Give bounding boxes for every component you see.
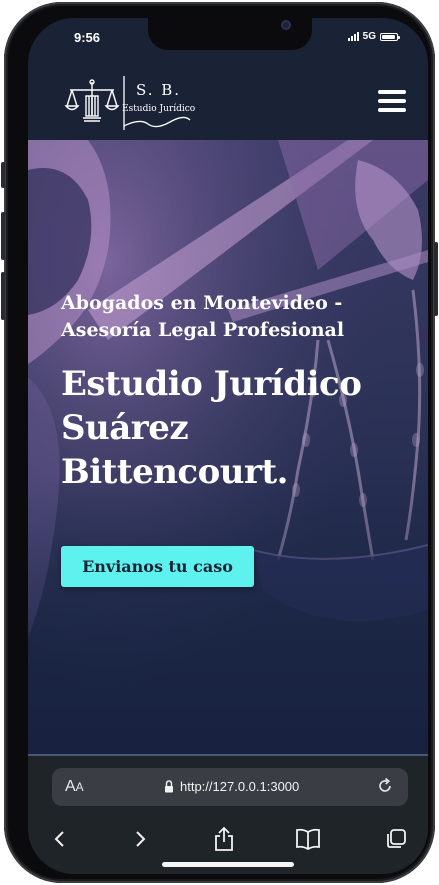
menu-line: [378, 108, 406, 112]
network-label: 5G: [362, 31, 376, 42]
tabs-icon[interactable]: [381, 824, 411, 854]
front-camera: [281, 20, 291, 30]
status-bar: 9:56 5G: [28, 18, 428, 62]
status-indicators: 5G: [347, 31, 400, 42]
browser-toolbar: AA http://127.0.0.1:3000: [28, 756, 428, 874]
mute-switch: [1, 162, 5, 188]
notch: [148, 18, 312, 50]
battery-level: [382, 34, 395, 39]
volume-down-button: [1, 272, 5, 320]
menu-line: [378, 90, 406, 94]
site-logo[interactable]: S. B. Estudio Jurídico: [64, 76, 200, 130]
battery-icon: [380, 32, 400, 41]
scales-of-justice-icon: [64, 79, 120, 122]
signal-bars-icon: [347, 32, 359, 41]
power-button: [434, 242, 438, 316]
reload-icon[interactable]: [375, 776, 395, 796]
menu-line: [378, 99, 406, 103]
hero-title: Estudio Jurídico Suárez Bittencourt.: [61, 364, 362, 492]
back-icon[interactable]: [45, 824, 75, 854]
text-size-button[interactable]: AA: [65, 778, 84, 796]
logo-subtitle: Estudio Jurídico: [122, 104, 196, 114]
share-icon[interactable]: [209, 824, 239, 854]
phone-screen: 9:56 5G S. B. Estudio Jurídico Abogados …: [28, 18, 428, 874]
text-size-large-glyph: A: [65, 778, 76, 795]
hamburger-menu-icon[interactable]: [378, 90, 406, 112]
status-time: 9:56: [74, 30, 101, 45]
home-indicator: [162, 862, 294, 867]
address-bar[interactable]: AA http://127.0.0.1:3000: [52, 768, 408, 806]
phone-frame: 9:56 5G S. B. Estudio Jurídico Abogados …: [1, 2, 438, 883]
forward-icon[interactable]: [125, 824, 155, 854]
lock-icon: [165, 780, 173, 793]
text-size-small-glyph: A: [75, 780, 84, 794]
hero-subtitle: Abogados en Montevideo - Asesoría Legal …: [61, 292, 345, 341]
bookmarks-icon[interactable]: [293, 824, 323, 854]
browser-bottom-bar: [28, 820, 428, 860]
hero-section: Abogados en Montevideo - Asesoría Legal …: [28, 140, 428, 756]
volume-up-button: [1, 212, 5, 260]
url-text: http://127.0.0.1:3000: [180, 779, 300, 794]
logo-initials: S. B.: [136, 81, 182, 99]
send-case-button[interactable]: Envianos tu caso: [61, 546, 254, 587]
url-display[interactable]: http://127.0.0.1:3000: [164, 779, 299, 794]
site-header: S. B. Estudio Jurídico: [28, 62, 428, 140]
